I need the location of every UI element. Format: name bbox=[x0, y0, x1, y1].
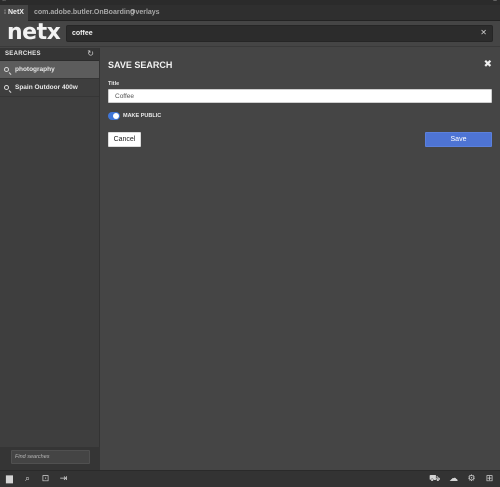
inbox-icon[interactable]: ⊡ bbox=[40, 473, 51, 484]
saved-search-photography[interactable]: photography bbox=[0, 61, 99, 79]
tab-onboarding[interactable]: com.adobe.butler.OnBoarding bbox=[30, 5, 138, 21]
tab-netx[interactable]: ⁞ NetX bbox=[0, 5, 28, 21]
saved-search-label: Spain Outdoor 400w bbox=[15, 84, 78, 91]
title-field[interactable] bbox=[108, 89, 492, 103]
cancel-button[interactable]: Cancel bbox=[108, 132, 141, 147]
search-icon bbox=[4, 67, 9, 72]
find-searches-input[interactable] bbox=[11, 450, 90, 464]
panel-tab-bar: ⁞ NetX com.adobe.butler.OnBoarding Overla… bbox=[0, 5, 500, 21]
make-public-toggle[interactable] bbox=[108, 112, 120, 120]
collapse-icon[interactable]: ⊞ bbox=[484, 473, 495, 484]
find-searches-wrap bbox=[0, 447, 100, 470]
panel-title: SAVE SEARCH bbox=[108, 60, 173, 70]
sidebar-title: SEARCHES bbox=[5, 51, 41, 57]
cart-icon[interactable]: ⛟ bbox=[429, 473, 440, 485]
clear-search-icon[interactable]: ✕ bbox=[480, 28, 487, 37]
logout-icon[interactable]: ⇥ bbox=[58, 473, 69, 484]
search-icon[interactable]: ⌕ bbox=[22, 473, 33, 484]
folder-icon[interactable]: ▆ bbox=[4, 473, 15, 484]
saved-searches-sidebar: SEARCHES ↻ photography Spain Outdoor 400… bbox=[0, 48, 100, 470]
saved-search-spain-outdoor[interactable]: Spain Outdoor 400w bbox=[0, 79, 99, 97]
save-button[interactable]: Save bbox=[425, 132, 492, 147]
panel-menu-icon[interactable]: ≡ bbox=[493, 0, 497, 4]
saved-search-label: photography bbox=[15, 66, 55, 73]
sidebar-header: SEARCHES ↻ bbox=[0, 48, 99, 61]
close-icon[interactable]: ✖ bbox=[484, 59, 492, 70]
make-public-label: MAKE PUBLIC bbox=[123, 113, 162, 119]
netx-logo: netx bbox=[7, 20, 61, 45]
close-panel-icon[interactable]: × bbox=[2, 0, 6, 4]
cloud-download-icon[interactable]: ☁ bbox=[448, 473, 459, 484]
settings-icon[interactable]: ⚙ bbox=[466, 473, 477, 484]
grip-dots-icon: ⁞ bbox=[4, 10, 6, 16]
tab-label: NetX bbox=[8, 9, 24, 16]
app-header: netx ✕ bbox=[0, 20, 500, 47]
footer-toolbar: ▆ ⌕ ⊡ ⇥ ⛟ ☁ ⚙ ⊞ bbox=[0, 470, 500, 487]
title-field-label: Title bbox=[108, 81, 120, 87]
search-input[interactable] bbox=[72, 27, 467, 40]
tab-overlays[interactable]: Overlays bbox=[126, 5, 164, 21]
search-box: ✕ bbox=[66, 25, 493, 42]
save-search-panel: SAVE SEARCH ✖ Title MAKE PUBLIC Cancel S… bbox=[101, 48, 500, 470]
search-icon bbox=[4, 85, 9, 90]
refresh-icon[interactable]: ↻ bbox=[87, 49, 94, 58]
